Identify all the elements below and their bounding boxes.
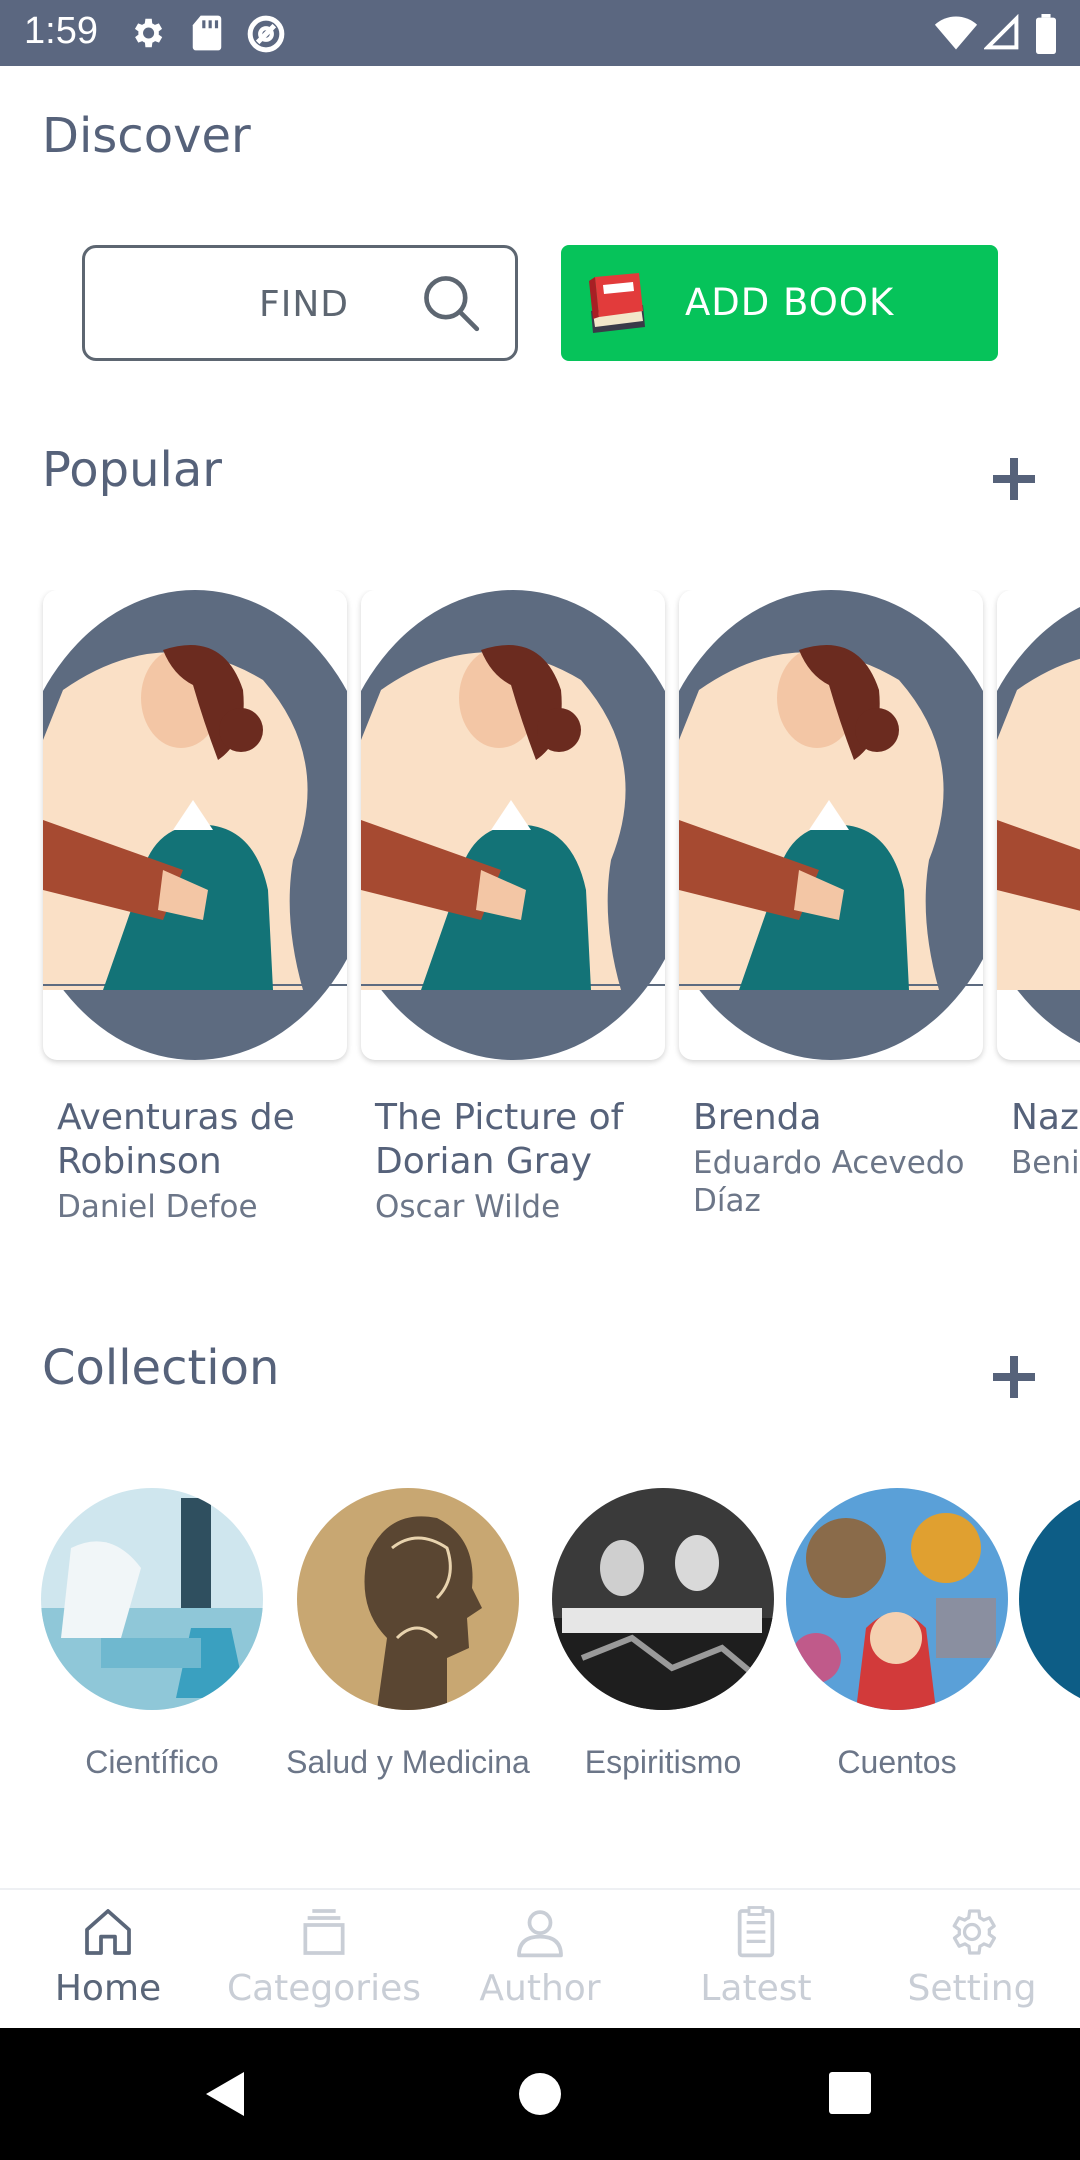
gear-icon [952,1909,997,1955]
book-card[interactable]: Naz Beni Gald [997,590,1080,1182]
popular-add-icon[interactable] [993,458,1035,500]
book-title: Brenda [693,1097,822,1138]
collection-image [552,1488,774,1710]
collection-label: Cuentos [837,1744,957,1780]
signal-icon [984,14,1019,50]
book-card[interactable]: Brenda Eduardo Acevedo Díaz [679,590,985,1220]
nav-item-home[interactable]: Home [0,1890,216,2030]
book-author: Eduardo Acevedo Díaz [693,1145,965,1219]
collection-label: M [1000,1744,1080,1781]
bottom-navigation: Home Categories Author Latest Setting [0,1888,1080,2028]
back-icon[interactable] [204,2070,248,2118]
home-button-icon[interactable] [518,2072,562,2116]
add-book-button[interactable]: ADD BOOK [561,245,998,361]
categories-icon [303,1909,345,1955]
collection-item[interactable]: Espiritismo [533,1488,793,1781]
collection-label: Científico [85,1744,219,1780]
collection-label: Salud y Medicina [286,1744,530,1780]
book-author: Daniel Defoe [57,1189,258,1225]
collection-image [41,1488,263,1710]
battery-icon [1036,14,1056,54]
book-card[interactable]: The Picture of Dorian Gray Oscar Wilde [361,590,667,1226]
book-card[interactable]: Aventuras de Robinson Daniel Defoe [43,590,349,1226]
settings-status-icon [134,18,163,48]
document-icon [737,1906,775,1958]
collection-carousel[interactable]: Científico Salud y Medicina Espiritismo [0,1488,1080,1788]
collection-item[interactable]: M [1000,1488,1080,1781]
collection-item[interactable]: Científico [22,1488,282,1781]
nav-label: Setting [907,1968,1037,2009]
nav-item-categories[interactable]: Categories [216,1890,432,2030]
nav-item-latest[interactable]: Latest [648,1890,864,2030]
search-input[interactable]: FIND [82,245,518,361]
at-sign-icon [247,15,285,53]
book-stack-icon [589,273,645,333]
nav-item-setting[interactable]: Setting [864,1890,1080,2030]
collection-item[interactable]: Cuentos [767,1488,1027,1781]
search-icon[interactable] [420,272,482,334]
collection-item[interactable]: Salud y Medicina [278,1488,538,1781]
nav-label: Categories [226,1968,422,2009]
collection-add-icon[interactable] [993,1356,1035,1398]
add-book-label: ADD BOOK [685,281,895,324]
person-icon [517,1910,563,1958]
collection-label: Espiritismo [584,1744,742,1780]
status-bar: 1:59 [0,0,1080,66]
collection-image [297,1488,519,1710]
nav-label: Author [479,1968,601,2009]
book-cover-image [43,590,347,1060]
wifi-icon [934,16,978,50]
collection-image [1019,1488,1080,1710]
book-title: The Picture of Dorian Gray [375,1097,624,1182]
nav-label: Latest [700,1968,812,2009]
book-title: Aventuras de Robinson [57,1097,295,1182]
book-cover-image [361,590,665,1060]
book-cover-image [679,590,983,1060]
system-navigation-bar [0,2028,1080,2160]
popular-section-title: Popular [42,442,222,498]
recents-icon[interactable] [829,2072,871,2114]
search-label: FIND [259,284,349,325]
nav-label: Home [54,1968,162,2009]
popular-books-carousel[interactable]: Aventuras de Robinson Daniel Defoe The P… [0,590,1080,1240]
nav-item-author[interactable]: Author [432,1890,648,2030]
collection-section-title: Collection [42,1340,280,1396]
book-cover-image [997,590,1080,1060]
sd-card-icon [192,15,222,51]
book-title: Naz [1011,1097,1079,1138]
home-icon [85,1909,131,1955]
book-author: Oscar Wilde [375,1189,561,1225]
page-title: Discover [42,108,251,164]
status-time: 1:59 [24,10,98,52]
book-author: Beni Gald [1011,1145,1080,1181]
collection-image [786,1488,1008,1710]
